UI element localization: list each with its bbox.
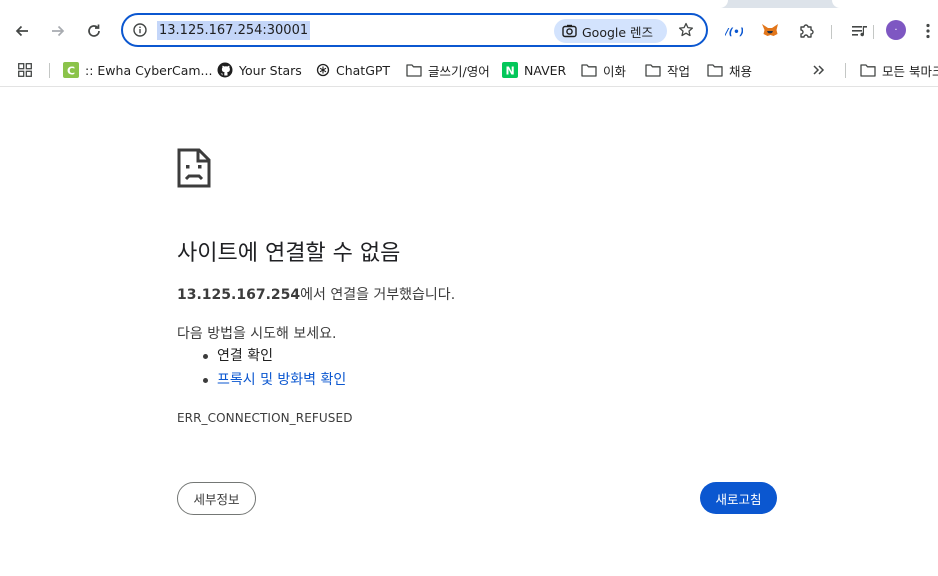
google-lens-button[interactable]: Google 렌즈 (554, 19, 667, 43)
fox-icon (762, 24, 778, 36)
suggestions-list: 연결 확인 프록시 및 방화벽 확인 (201, 347, 346, 395)
error-page: 사이트에 연결할 수 없음 13.125.167.254에서 연결을 거부했습니… (177, 88, 777, 576)
extension-button-1[interactable]: /(•) (721, 18, 747, 44)
google-lens-label: Google 렌즈 (582, 24, 654, 40)
bookmark-folder-work[interactable]: 작업 (645, 60, 690, 80)
bookmark-label: NAVER (524, 62, 567, 78)
url-text[interactable]: 13.125.167.254:30001 (157, 21, 311, 40)
error-code: ERR_CONNECTION_REFUSED (177, 411, 353, 425)
suggestion-check-connection: 연결 확인 (201, 347, 346, 371)
extensions-button[interactable] (793, 18, 819, 44)
bookmarks-divider-2 (845, 63, 846, 78)
details-button[interactable]: 세부정보 (177, 482, 256, 515)
folder-icon (860, 64, 876, 77)
bookmark-folder-ewha[interactable]: 이화 (581, 60, 626, 80)
forward-button[interactable] (45, 18, 71, 44)
svg-text:N: N (506, 65, 515, 78)
error-host: 13.125.167.254 (177, 287, 301, 303)
bookmark-all-bookmarks[interactable]: 모든 북마크 (860, 60, 938, 80)
folder-icon (707, 64, 723, 77)
bookmark-chatgpt[interactable]: ChatGPT (316, 60, 390, 80)
bookmark-folder-writing[interactable]: 글쓰기/영어 (406, 60, 490, 80)
bookmark-label: 모든 북마크 (882, 63, 938, 79)
active-tab-edge (0, 0, 728, 8)
more-bookmarks-button[interactable] (812, 60, 826, 80)
wireless-extension-icon: /(•) (725, 27, 743, 38)
bookmarks-bar: C :: Ewha CyberCam... Your Stars ChatGPT… (0, 54, 938, 87)
apps-button[interactable] (18, 60, 32, 80)
svg-text:/(•): /(•) (725, 27, 743, 38)
bookmark-label: Your Stars (239, 62, 302, 78)
chatgpt-icon (316, 63, 330, 77)
svg-text:C: C (67, 65, 75, 78)
sad-document-icon (177, 148, 211, 188)
folder-icon (645, 64, 661, 77)
bookmark-label: 이화 (603, 63, 627, 79)
queue-music-icon (851, 26, 867, 37)
naver-favicon: N (502, 62, 518, 78)
ewha-favicon: C (63, 62, 79, 78)
metamask-extension-button[interactable] (757, 18, 783, 44)
chrome-menu-button[interactable] (919, 18, 937, 44)
address-bar[interactable]: 13.125.167.254:30001 Google 렌즈 (121, 13, 708, 47)
error-message: 13.125.167.254에서 연결을 거부했습니다. (177, 284, 455, 304)
bookmark-naver[interactable]: N NAVER (502, 60, 566, 80)
forward-arrow-icon (52, 25, 65, 37)
more-vert-icon (926, 23, 930, 39)
bookmark-your-stars[interactable]: Your Stars (217, 60, 302, 80)
try-label: 다음 방법을 시도해 보세요. (177, 326, 337, 342)
reading-list-button[interactable] (846, 18, 872, 44)
toolbar-divider (831, 25, 832, 39)
suggestion-check-proxy-firewall-link[interactable]: 프록시 및 방화벽 확인 (201, 371, 346, 395)
bookmark-label: 글쓰기/영어 (428, 63, 490, 79)
folder-icon (581, 64, 597, 77)
back-button[interactable] (9, 18, 35, 44)
bookmark-label: 채용 (729, 63, 753, 79)
bookmark-ewha[interactable]: C :: Ewha CyberCam... (63, 60, 212, 80)
double-chevron-right-icon (813, 65, 825, 75)
toolbar-divider-2 (873, 25, 874, 39)
bookmark-label: ChatGPT (336, 62, 391, 78)
bookmark-label: 작업 (667, 63, 691, 79)
puzzle-icon (799, 23, 814, 38)
lens-camera-icon (562, 24, 577, 38)
profile-avatar[interactable]: · (886, 20, 906, 40)
tab-strip (0, 0, 938, 8)
bookmark-label: :: Ewha CyberCam... (85, 62, 213, 78)
bookmark-star-button[interactable] (676, 20, 696, 40)
reload-page-button[interactable]: 새로고침 (700, 482, 777, 514)
reload-icon (88, 24, 100, 37)
folder-icon (406, 64, 422, 77)
back-arrow-icon (15, 25, 28, 37)
bookmark-folder-jobs[interactable]: 채용 (707, 60, 752, 80)
info-icon (133, 23, 147, 37)
error-message-suffix: 에서 연결을 거부했습니다. (300, 287, 456, 303)
tab-edge-right (832, 0, 938, 8)
github-icon (217, 62, 233, 78)
browser-toolbar: 13.125.167.254:30001 Google 렌즈 /(•) · (0, 8, 938, 54)
error-title: 사이트에 연결할 수 없음 (177, 241, 401, 266)
apps-grid-icon (18, 63, 32, 77)
bookmarks-divider (49, 63, 50, 78)
reload-button[interactable] (81, 18, 107, 44)
star-icon (678, 22, 694, 37)
site-info-button[interactable] (131, 21, 149, 39)
